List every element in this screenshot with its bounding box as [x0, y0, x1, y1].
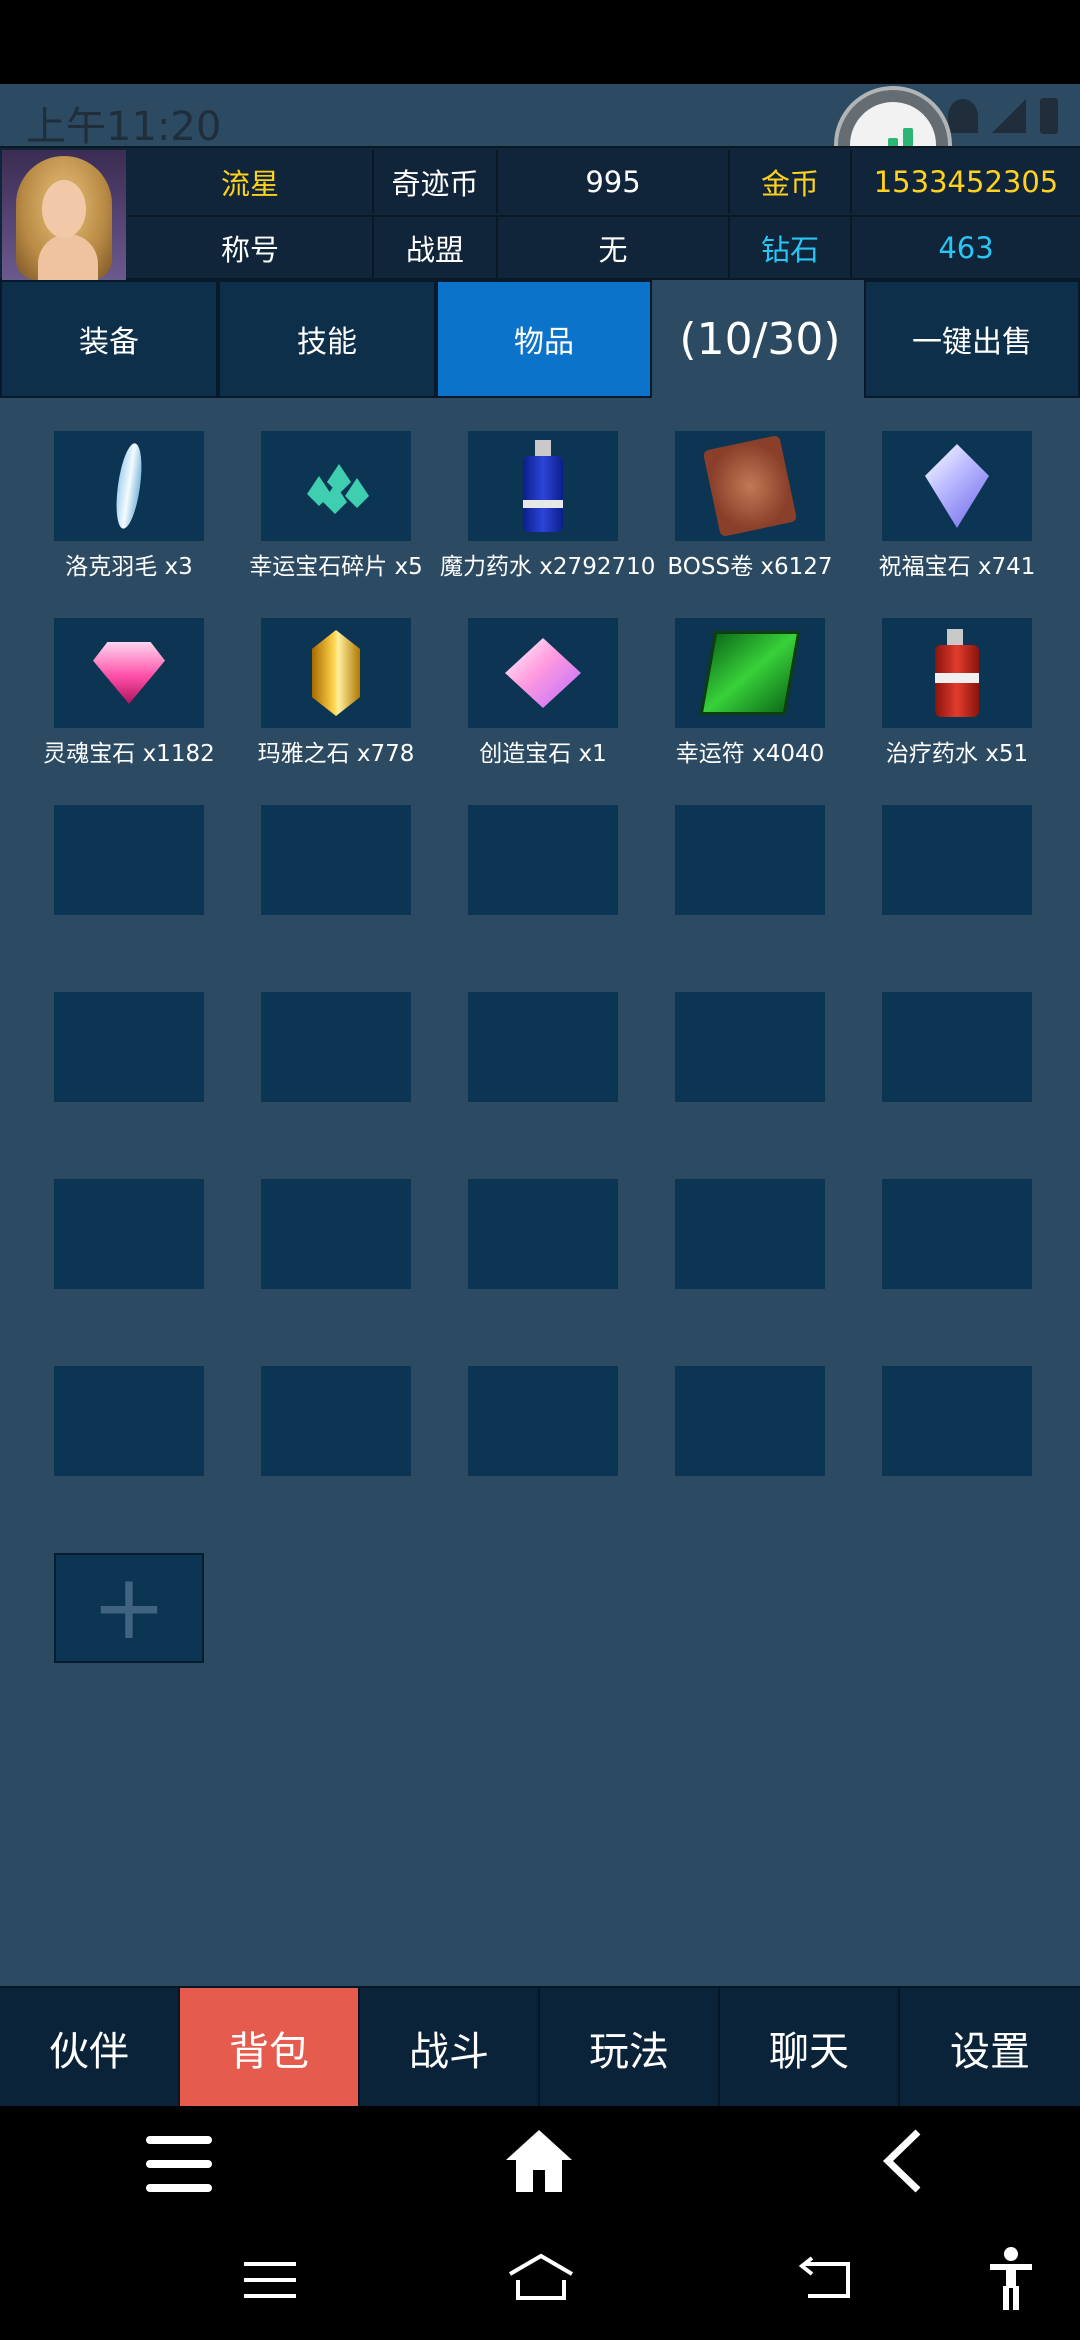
inventory-slot[interactable]: [54, 431, 204, 541]
inventory-slot[interactable]: [54, 992, 204, 1102]
inventory-slot[interactable]: [54, 1366, 204, 1476]
tab-items[interactable]: 物品: [436, 280, 652, 398]
inventory-slot[interactable]: [261, 1179, 411, 1289]
plus-icon: +: [91, 1555, 167, 1660]
item-label: 灵魂宝石 x1182: [43, 741, 215, 767]
inventory-slot[interactable]: [882, 805, 1032, 915]
inventory-slot[interactable]: [261, 618, 411, 728]
nav-chat[interactable]: 聊天: [720, 1988, 900, 2108]
inventory-slot[interactable]: [675, 618, 825, 728]
tab-equipment[interactable]: 装备: [0, 280, 218, 398]
wifi-icon: [948, 99, 978, 133]
nav-partner[interactable]: 伙伴: [0, 1988, 180, 2108]
home-outline-icon[interactable]: [506, 2252, 576, 2302]
player-name: 流星: [128, 150, 374, 213]
inventory-slot[interactable]: [468, 618, 618, 728]
back-icon[interactable]: [880, 2128, 924, 2194]
home-icon[interactable]: [506, 2130, 572, 2192]
item-label: 洛克羽毛 x3: [65, 554, 193, 580]
alliance-label: 战盟: [374, 215, 498, 278]
blessing-gem-icon: [925, 444, 989, 528]
inventory-slot[interactable]: [468, 431, 618, 541]
tab-skills[interactable]: 技能: [218, 280, 436, 398]
item-label: 创造宝石 x1: [479, 741, 607, 767]
item-label: 幸运符 x4040: [675, 741, 825, 767]
diamond-label: 钻石: [730, 215, 852, 278]
inventory-slot[interactable]: [54, 618, 204, 728]
inventory-slot[interactable]: [675, 1366, 825, 1476]
inventory-slot[interactable]: [468, 1366, 618, 1476]
inventory-slot[interactable]: [261, 992, 411, 1102]
item-label: 魔力药水 x2792710: [440, 554, 656, 580]
inventory-count: (10/30): [679, 313, 841, 365]
luck-charm-icon: [699, 631, 801, 715]
inventory-slot[interactable]: [675, 992, 825, 1102]
system-nav-bar: [0, 2106, 1080, 2216]
inventory-slot[interactable]: [261, 805, 411, 915]
menu-icon[interactable]: [146, 2136, 212, 2192]
item-label: 治疗药水 x51: [885, 741, 1029, 767]
item-label: 玛雅之石 x778: [257, 741, 415, 767]
red-potion-icon: [935, 629, 979, 717]
title-label: 称号: [128, 215, 374, 278]
top-black-bar: [0, 0, 1080, 84]
battery-icon: [1040, 98, 1058, 134]
recent-apps-icon[interactable]: [244, 2260, 296, 2300]
inventory-slot[interactable]: [882, 618, 1032, 728]
inventory-slot[interactable]: [261, 1366, 411, 1476]
bottom-navigation: 伙伴 背包 战斗 玩法 聊天 设置: [0, 1986, 1080, 2108]
boss-scroll-icon: [702, 434, 798, 538]
inventory-slot[interactable]: [468, 992, 618, 1102]
gold-value: 1533452305: [873, 164, 1059, 199]
status-icons: [948, 96, 1058, 136]
gold-label: 金币: [730, 150, 852, 213]
alliance-value: 无: [498, 215, 730, 278]
inventory-slot[interactable]: [468, 1179, 618, 1289]
diamond-value: 463: [852, 215, 1080, 278]
soul-gem-icon: [93, 642, 165, 704]
return-icon[interactable]: [796, 2256, 854, 2300]
item-label: BOSS卷 x6127: [667, 554, 833, 580]
inventory-slot[interactable]: [882, 1366, 1032, 1476]
inventory-slot[interactable]: [468, 805, 618, 915]
add-slot-button[interactable]: +: [54, 1553, 204, 1663]
signal-icon: [992, 99, 1026, 133]
status-time: 上午11:20: [26, 104, 222, 150]
avatar[interactable]: [2, 150, 126, 280]
item-label: 幸运宝石碎片 x5: [249, 554, 423, 580]
inventory-slot[interactable]: [54, 805, 204, 915]
maya-stone-icon: [312, 630, 360, 716]
item-label: 祝福宝石 x741: [878, 554, 1036, 580]
sell-all-button[interactable]: 一键出售: [864, 280, 1080, 398]
inventory-slot[interactable]: [675, 431, 825, 541]
nav-settings[interactable]: 设置: [900, 1988, 1080, 2108]
inventory-slot[interactable]: [882, 992, 1032, 1102]
gem-shards-icon: [301, 460, 371, 514]
currency-label: 奇迹币: [374, 150, 498, 213]
system-nav-bar-secondary: [0, 2216, 1080, 2340]
currency-value: 995: [498, 150, 730, 213]
inventory-slot[interactable]: [54, 1179, 204, 1289]
blue-potion-icon: [523, 440, 563, 532]
nav-gameplay[interactable]: 玩法: [540, 1988, 720, 2108]
nav-backpack[interactable]: 背包: [180, 1988, 360, 2108]
nav-battle[interactable]: 战斗: [360, 1988, 540, 2108]
inventory-tabs: 装备 技能 物品 (10/30) 一键出售: [0, 280, 1080, 398]
player-info-panel: 流星 奇迹币 995 金币 1533452305 称号 战盟 无 钻石 463: [0, 146, 1080, 280]
feather-icon: [112, 441, 146, 531]
inventory-slot[interactable]: [261, 431, 411, 541]
inventory-slot[interactable]: [882, 1179, 1032, 1289]
inventory-slot[interactable]: [882, 431, 1032, 541]
accessibility-icon[interactable]: [986, 2246, 1036, 2310]
inventory-slot[interactable]: [675, 1179, 825, 1289]
inventory-slot[interactable]: [675, 805, 825, 915]
creation-gem-icon: [505, 638, 581, 708]
